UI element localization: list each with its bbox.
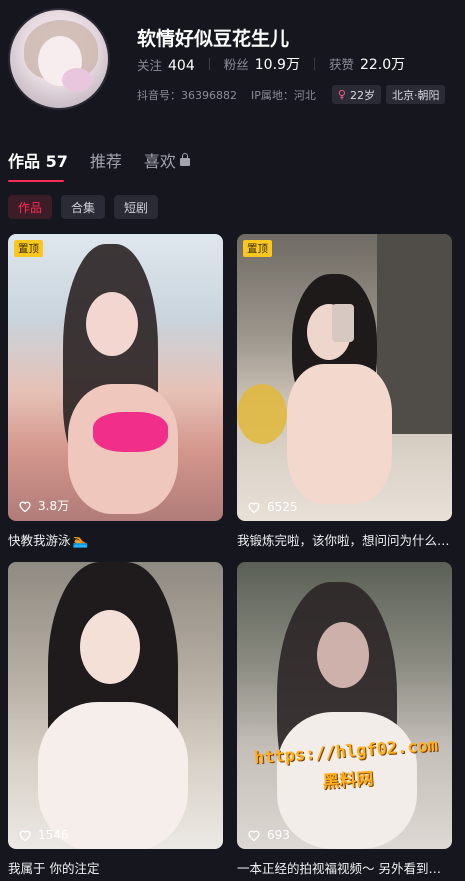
- profile-header: 软情好似豆花生儿 关注 404 粉丝 10.9万 获赞 22.0万 抖音号：36396…: [0, 0, 465, 125]
- like-count-value: 6525: [267, 500, 298, 514]
- followers-stat[interactable]: 粉丝 10.9万: [224, 54, 300, 74]
- profile-meta: 抖音号：36396882 IP属地：河北 ♀ 22岁 北京·朝阳: [137, 85, 446, 104]
- video-thumbnail[interactable]: 1546: [8, 562, 223, 849]
- heart-icon: [248, 830, 260, 841]
- filter-short-dramas[interactable]: 短剧: [114, 195, 159, 219]
- following-stat[interactable]: 关注 404: [137, 55, 195, 74]
- tab-likes-label: 喜欢: [143, 152, 176, 171]
- like-count: 3.8万: [18, 497, 69, 514]
- lock-icon: [179, 153, 190, 166]
- video-thumbnail[interactable]: 置顶 3.8万: [8, 234, 223, 521]
- avatar[interactable]: [8, 8, 110, 110]
- swimmer-emoji-icon: 🏊: [72, 533, 89, 548]
- profile-name: 软情好似豆花生儿: [137, 28, 290, 50]
- profile-stats: 关注 404 粉丝 10.9万 获赞 22.0万: [137, 54, 405, 74]
- likes-label: 获赞: [328, 57, 354, 72]
- age-chip: ♀ 22岁: [331, 85, 381, 104]
- tab-likes[interactable]: 喜欢: [144, 148, 190, 172]
- video-caption[interactable]: 我属于 你的注定: [8, 858, 223, 877]
- following-count: 404: [168, 57, 195, 74]
- active-tab-indicator: [8, 180, 64, 182]
- ip-location: IP属地：河北: [251, 88, 316, 102]
- video-caption[interactable]: 快教我游泳 🏊: [8, 530, 223, 549]
- like-count: 1546: [18, 828, 69, 842]
- followers-count: 10.9万: [254, 57, 300, 73]
- like-count: 693: [247, 828, 290, 842]
- video-caption-text: 快教我游泳: [8, 533, 71, 548]
- filter-collections[interactable]: 合集: [61, 195, 106, 219]
- tab-works[interactable]: 作品 57: [8, 148, 68, 172]
- video-thumbnail[interactable]: 置顶 6525: [237, 234, 452, 521]
- like-count-value: 693: [267, 828, 290, 842]
- pinned-badge: 置顶: [14, 240, 43, 257]
- filter-works[interactable]: 作品: [8, 195, 53, 219]
- watermark: https://hlgf02.com 黑料网: [246, 735, 449, 798]
- heart-icon: [19, 501, 31, 512]
- likes-stat[interactable]: 获赞 22.0万: [329, 54, 405, 74]
- video-caption[interactable]: 一本正经的拍视福视频～ 另外看到…: [237, 858, 452, 877]
- douyin-id: 抖音号：36396882: [137, 88, 237, 102]
- pinned-badge: 置顶: [243, 240, 272, 257]
- like-count: 6525: [247, 500, 298, 514]
- followers-label: 粉丝: [223, 57, 249, 72]
- location-chip: 北京·朝阳: [385, 85, 446, 104]
- heart-icon: [19, 830, 31, 841]
- heart-icon: [248, 502, 260, 513]
- tab-recommend[interactable]: 推荐: [90, 148, 122, 172]
- filter-bar: 作品 合集 短剧: [8, 195, 167, 219]
- age-label: 22岁: [349, 88, 375, 102]
- like-count-value: 1546: [38, 828, 69, 842]
- following-label: 关注: [137, 57, 163, 73]
- divider: [313, 58, 315, 70]
- like-count-value: 3.8万: [38, 499, 70, 513]
- video-caption[interactable]: 我锻炼完啦，该你啦，想问问为什么…: [237, 530, 452, 549]
- divider: [208, 58, 210, 70]
- female-icon: ♀: [337, 88, 346, 101]
- profile-tabs: 作品 57 推荐 喜欢: [8, 148, 212, 172]
- video-thumbnail[interactable]: https://hlgf02.com 黑料网 693: [237, 562, 452, 849]
- likes-count: 22.0万: [359, 57, 406, 73]
